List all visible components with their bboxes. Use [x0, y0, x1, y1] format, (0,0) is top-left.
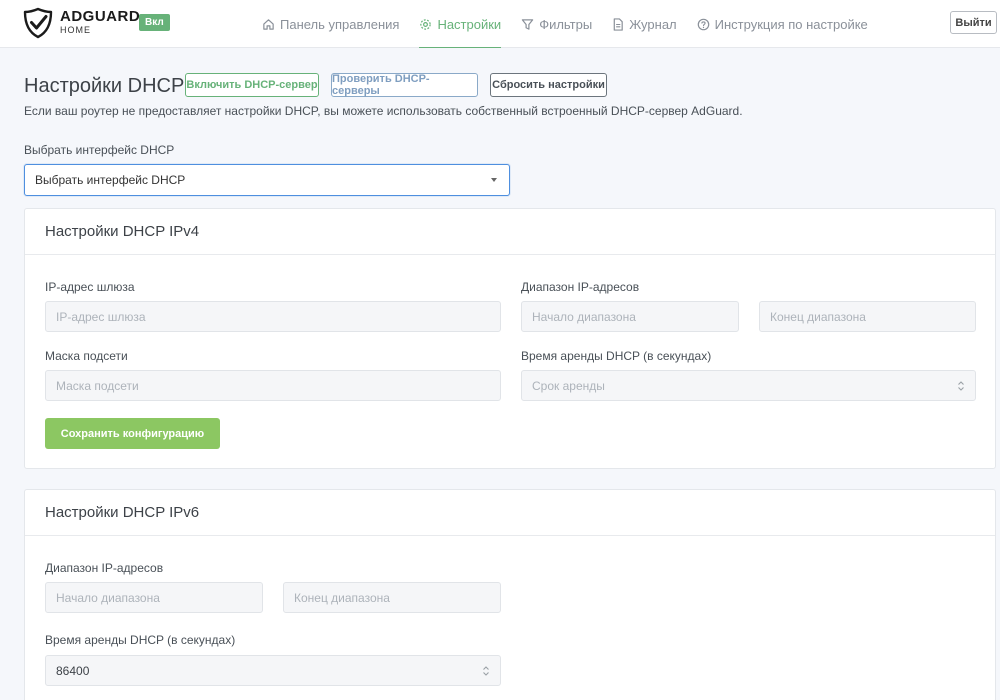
ipv6-card-title: Настройки DHCP IPv6 [25, 490, 995, 536]
ipv4-range-end-input[interactable]: Конец диапазона [759, 301, 976, 332]
nav-label: Инструкция по настройке [714, 16, 868, 32]
ipv6-lease-label: Время аренды DHCP (в секундах) [45, 633, 236, 647]
range-end-placeholder: Конец диапазона [770, 309, 866, 324]
range-start-placeholder: Начало диапазона [56, 590, 160, 605]
enable-dhcp-button[interactable]: Включить DHCP-сервер [185, 73, 319, 97]
gateway-placeholder: IP-адрес шлюза [56, 309, 146, 324]
status-badge: Вкл [139, 14, 170, 31]
ipv4-lease-input[interactable]: Срок аренды [521, 370, 976, 401]
ipv6-settings-card: Настройки DHCP IPv6 Диапазон IP-адресов … [24, 489, 996, 700]
gateway-input[interactable]: IP-адрес шлюза [45, 301, 501, 332]
home-icon [263, 18, 274, 30]
adguard-shield-icon[interactable] [22, 7, 54, 39]
lease-placeholder: Срок аренды [532, 378, 605, 393]
page-description: Если ваш роутер не предоставляет настрой… [24, 104, 743, 118]
interface-select-value: Выбрать интерфейс DHCP [35, 173, 186, 187]
document-icon [613, 17, 623, 31]
ipv4-card-title: Настройки DHCP IPv4 [25, 209, 995, 255]
ipv4-range-start-input[interactable]: Начало диапазона [521, 301, 739, 332]
logout-button[interactable]: Выйти [950, 11, 997, 34]
check-dhcp-button[interactable]: Проверить DHCP-серверы [331, 73, 478, 97]
gateway-label: IP-адрес шлюза [45, 280, 135, 294]
brand-subtitle: HOME [60, 25, 91, 35]
nav-item-setup-guide[interactable]: Инструкция по настройке [697, 0, 868, 48]
nav-item-dashboard[interactable]: Панель управления [262, 0, 399, 48]
gear-icon [420, 18, 432, 30]
subnet-mask-placeholder: Маска подсети [56, 378, 139, 393]
filter-icon [521, 18, 534, 30]
ipv4-lease-label: Время аренды DHCP (в секундах) [521, 349, 712, 363]
range-start-placeholder: Начало диапазона [532, 309, 636, 324]
number-spinner-icon[interactable] [482, 664, 490, 678]
brand-name: ADGUARD [60, 8, 141, 25]
chevron-down-icon [491, 178, 497, 182]
interface-label: Выбрать интерфейс DHCP [24, 143, 175, 157]
ipv6-range-label: Диапазон IP-адресов [45, 561, 164, 575]
ipv6-range-end-input[interactable]: Конец диапазона [283, 582, 501, 613]
nav-label: Панель управления [280, 16, 400, 32]
ipv6-lease-input[interactable]: 86400 [45, 655, 501, 686]
range-end-placeholder: Конец диапазона [294, 590, 390, 605]
ipv4-range-label: Диапазон IP-адресов [521, 280, 640, 294]
page-title: Настройки DHCP [24, 75, 185, 97]
reset-settings-button[interactable]: Сбросить настройки [490, 73, 607, 97]
ipv6-range-start-input[interactable]: Начало диапазона [45, 582, 263, 613]
number-spinner-icon[interactable] [957, 379, 965, 393]
save-config-button[interactable]: Сохранить конфигурацию [45, 418, 220, 449]
top-header: ADGUARD HOME Вкл Панель управления Настр… [0, 0, 1000, 48]
nav-item-log[interactable]: Журнал [612, 0, 677, 48]
nav-item-settings[interactable]: Настройки [419, 0, 501, 48]
nav-label: Журнал [629, 16, 677, 32]
lease-value: 86400 [56, 663, 90, 678]
subnet-mask-label: Маска подсети [45, 349, 128, 363]
ipv4-settings-card: Настройки DHCP IPv4 IP-адрес шлюза IP-ад… [24, 208, 996, 469]
main-nav: Панель управления Настройки Фильтры Журн… [262, 0, 888, 48]
interface-select[interactable]: Выбрать интерфейс DHCP [24, 164, 510, 196]
nav-item-filters[interactable]: Фильтры [521, 0, 592, 48]
nav-label: Фильтры [539, 16, 593, 32]
subnet-mask-input[interactable]: Маска подсети [45, 370, 501, 401]
nav-label: Настройки [437, 16, 502, 32]
help-circle-icon [697, 18, 709, 30]
